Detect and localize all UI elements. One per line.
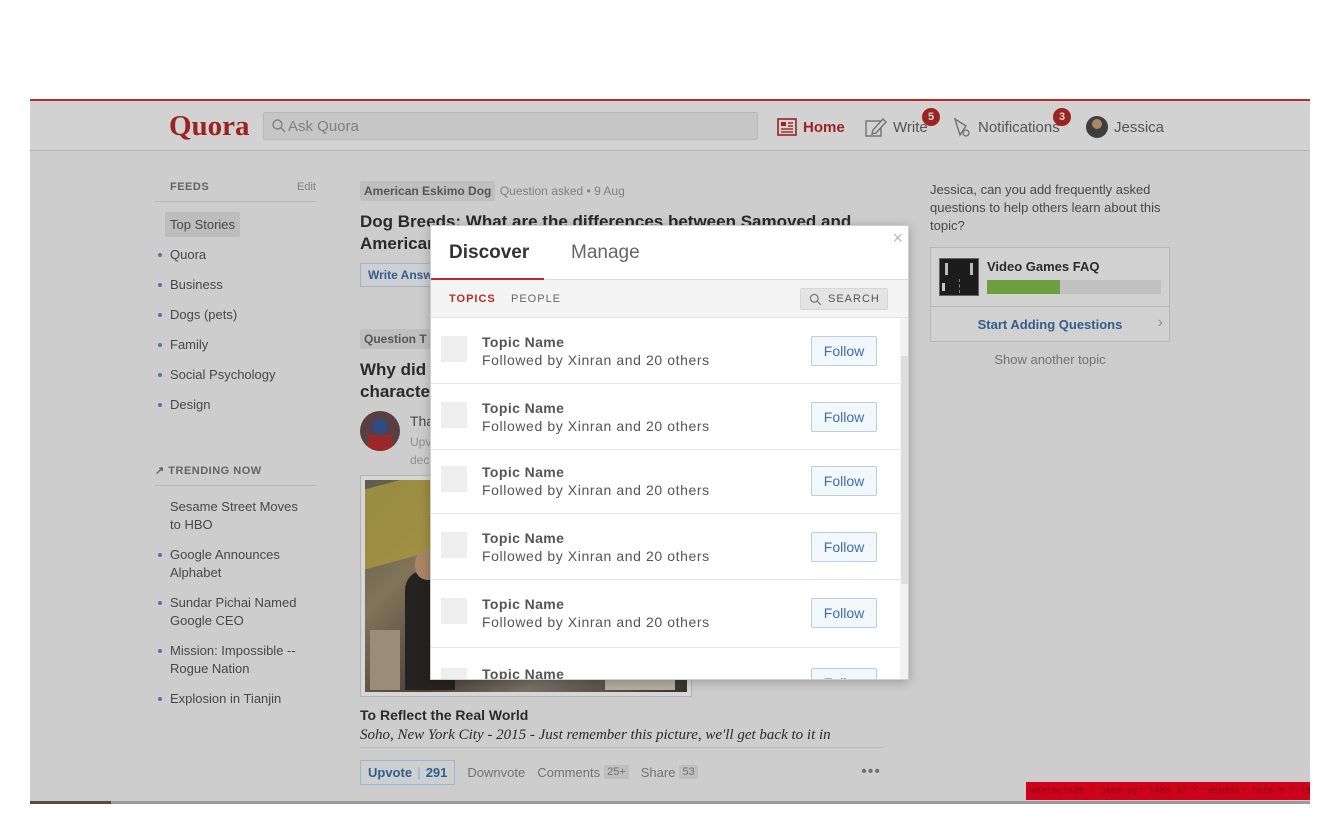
debug-timing-bar: webtools28 / page.py: 1485.37 / request:… <box>1026 782 1310 800</box>
close-icon[interactable]: × <box>892 228 903 249</box>
follow-button[interactable]: Follow <box>811 466 877 496</box>
topic-thumbnail <box>441 598 467 624</box>
topic-thumbnail <box>441 668 467 679</box>
topic-name[interactable]: Topic Name <box>482 596 564 612</box>
topic-row: Topic Name Follow <box>431 648 900 679</box>
subtab-people[interactable]: PEOPLE <box>511 293 561 305</box>
scrollbar-thumb[interactable] <box>901 356 908 584</box>
topic-row: Topic Name Followed by Xinran and 20 oth… <box>431 514 900 580</box>
follow-button[interactable]: Follow <box>811 598 877 628</box>
topic-row: Topic Name Followed by Xinran and 20 oth… <box>431 450 900 514</box>
topic-name[interactable]: Topic Name <box>482 530 564 546</box>
subtab-topics[interactable]: TOPICS <box>449 293 496 305</box>
topic-list: Topic Name Followed by Xinran and 20 oth… <box>431 318 900 679</box>
tab-manage[interactable]: Manage <box>571 242 640 280</box>
bottom-strip-dark <box>30 801 111 804</box>
topic-row: Topic Name Followed by Xinran and 20 oth… <box>431 384 900 450</box>
modal-scrollbar[interactable] <box>900 318 908 679</box>
topic-thumbnail <box>441 466 467 492</box>
topic-name[interactable]: Topic Name <box>482 334 564 350</box>
follow-button[interactable]: Follow <box>811 532 877 562</box>
modal-tabs: Discover Manage <box>431 226 908 281</box>
modal-search-label: SEARCH <box>828 293 880 305</box>
bottom-strip <box>30 801 1310 804</box>
topic-name[interactable]: Topic Name <box>482 464 564 480</box>
modal-search-button[interactable]: SEARCH <box>800 288 888 310</box>
follow-button[interactable]: Follow <box>811 668 877 679</box>
topic-row: Topic Name Followed by Xinran and 20 oth… <box>431 580 900 648</box>
topic-followers: Followed by Xinran and 20 others <box>482 548 710 564</box>
topic-name[interactable]: Topic Name <box>482 400 564 416</box>
topic-followers: Followed by Xinran and 20 others <box>482 418 710 434</box>
topic-name[interactable]: Topic Name <box>482 666 564 679</box>
topic-followers: Followed by Xinran and 20 others <box>482 482 710 498</box>
search-icon <box>809 293 822 305</box>
modal-subtabs: TOPICS PEOPLE SEARCH <box>431 280 908 318</box>
topic-thumbnail <box>441 336 467 362</box>
discover-modal: Discover Manage × TOPICS PEOPLE SEARCH T… <box>430 225 909 680</box>
follow-button[interactable]: Follow <box>811 336 877 366</box>
tab-discover[interactable]: Discover <box>431 242 545 281</box>
follow-button[interactable]: Follow <box>811 402 877 432</box>
topic-thumbnail <box>441 402 467 428</box>
topic-followers: Followed by Xinran and 20 others <box>482 352 710 368</box>
topic-thumbnail <box>441 532 467 558</box>
topic-row: Topic Name Followed by Xinran and 20 oth… <box>431 318 900 384</box>
topic-followers: Followed by Xinran and 20 others <box>482 614 710 630</box>
quora-window: Quora Home Write 5 Notifications 3 Jessi… <box>30 99 1310 801</box>
